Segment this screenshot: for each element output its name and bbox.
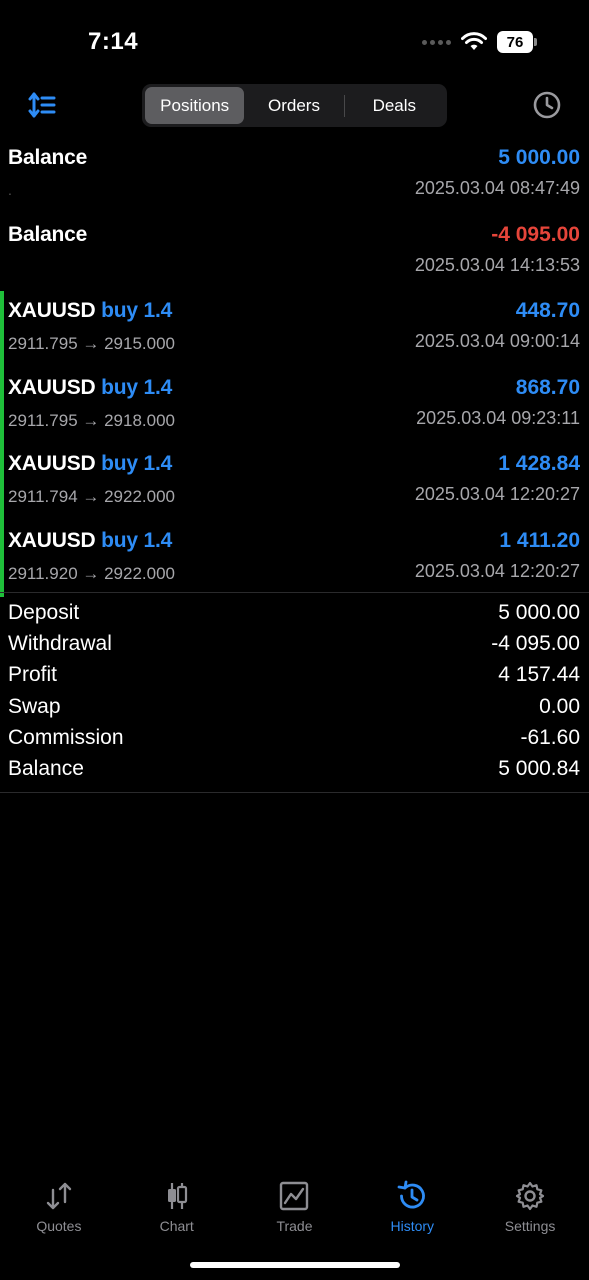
- status-time: 7:14: [88, 28, 139, 55]
- trade-symbol: XAUUSD: [8, 299, 96, 322]
- trade-time: 2025.03.04 09:00:14: [414, 331, 580, 351]
- summary-label: Profit: [8, 663, 58, 687]
- summary-balance: Balance 5 000.84: [0, 755, 589, 786]
- summary-label: Withdrawal: [8, 632, 112, 656]
- row-time: 2025.03.04 08:47:49: [414, 178, 580, 198]
- summary-value: 0.00: [539, 694, 580, 718]
- trade-title: XAUUSD buy 1.4: [8, 299, 172, 323]
- trade-time: 2025.03.04 12:20:27: [414, 484, 580, 504]
- history-clock-icon: [397, 1180, 426, 1209]
- trade-direction: buy 1.4: [101, 299, 173, 322]
- summary-label: Commission: [8, 725, 124, 749]
- row-amount: 5 000.00: [498, 146, 580, 169]
- summary-deposit: Deposit 5 000.00: [0, 599, 589, 630]
- bottom-tab-bar: Quotes Chart Trade History Settings: [0, 1170, 589, 1240]
- tab-label: History: [390, 1218, 435, 1234]
- trade-profit: 1 428.84: [498, 452, 580, 475]
- trade-symbol: XAUUSD: [8, 452, 96, 475]
- gear-icon: [515, 1181, 545, 1211]
- tab-label: Chart: [159, 1218, 194, 1234]
- trade-row[interactable]: XAUUSD buy 1.4 1 411.20 2911.920 → 2922.…: [0, 520, 589, 598]
- summary-value: 5 000.84: [498, 756, 580, 780]
- trade-row[interactable]: XAUUSD buy 1.4 868.70 2911.795 → 2918.00…: [0, 367, 589, 445]
- row-comment: .: [8, 182, 12, 198]
- tab-history[interactable]: History: [353, 1170, 471, 1240]
- history-summary: Deposit 5 000.00 Withdrawal -4 095.00 Pr…: [0, 599, 589, 786]
- tab-settings[interactable]: Settings: [471, 1170, 589, 1240]
- trade-profit: 448.70: [515, 299, 580, 322]
- trade-symbol: XAUUSD: [8, 375, 96, 399]
- trade-prices: 2911.795 → 2918.000: [8, 410, 175, 430]
- trade-profit: 1 411.20: [499, 528, 580, 552]
- row-title: Balance: [8, 146, 88, 169]
- trade-direction: buy 1.4: [101, 375, 173, 399]
- row-time: 2025.03.04 14:13:53: [414, 254, 580, 275]
- tab-orders[interactable]: Orders: [244, 87, 343, 124]
- history-list: Balance 5 000.00 . 2025.03.04 08:47:49 B…: [0, 138, 589, 597]
- tab-trade[interactable]: Trade: [236, 1170, 354, 1240]
- wifi-icon: [461, 32, 487, 50]
- row-amount: -4 095.00: [491, 222, 580, 246]
- tab-label: Quotes: [36, 1218, 82, 1234]
- trade-title: XAUUSD buy 1.4: [8, 529, 172, 553]
- summary-profit: Profit 4 157.44: [0, 661, 589, 692]
- summary-value: 5 000.00: [498, 601, 580, 624]
- trade-title: XAUUSD buy 1.4: [8, 452, 172, 476]
- trade-chart-icon: [280, 1181, 309, 1211]
- summary-label: Deposit: [8, 601, 80, 624]
- status-indicators: 76: [422, 31, 537, 53]
- history-screen: 7:14 76 Positions Orders Deals Balance 5…: [0, 0, 589, 1280]
- trade-time: 2025.03.04 09:23:11: [416, 407, 580, 428]
- quotes-arrows-icon: [46, 1182, 72, 1210]
- trade-direction: buy 1.4: [101, 452, 173, 475]
- tab-positions[interactable]: Positions: [145, 87, 245, 124]
- home-indicator[interactable]: [190, 1262, 400, 1268]
- summary-value: -4 095.00: [491, 632, 580, 656]
- trade-row[interactable]: XAUUSD buy 1.4 448.70 2911.795 → 2915.00…: [0, 291, 589, 368]
- trade-row[interactable]: XAUUSD buy 1.4 1 428.84 2911.794 → 2922.…: [0, 444, 589, 521]
- trade-profit: 868.70: [515, 375, 580, 399]
- summary-divider: [0, 792, 589, 793]
- period-clock-icon[interactable]: [532, 90, 562, 120]
- trade-prices: 2911.795 → 2915.000: [8, 334, 175, 353]
- summary-label: Swap: [8, 694, 61, 718]
- trade-symbol: XAUUSD: [8, 528, 96, 552]
- cellular-signal-icon: [422, 39, 451, 45]
- battery-icon: 76: [497, 31, 537, 53]
- sort-icon[interactable]: [28, 92, 56, 118]
- tab-label: Trade: [276, 1218, 313, 1234]
- tab-label: Settings: [504, 1218, 556, 1234]
- summary-value: -61.60: [520, 725, 580, 749]
- trade-title: XAUUSD buy 1.4: [8, 376, 172, 400]
- trade-prices: 2911.920 → 2922.000: [8, 563, 175, 583]
- battery-level: 76: [497, 31, 533, 53]
- trade-time: 2025.03.04 12:20:27: [414, 560, 580, 581]
- trade-prices: 2911.794 → 2922.000: [8, 487, 175, 506]
- balance-row[interactable]: Balance 5 000.00 . 2025.03.04 08:47:49: [0, 138, 589, 215]
- tab-quotes[interactable]: Quotes: [0, 1170, 118, 1240]
- trade-direction: buy 1.4: [101, 528, 173, 552]
- summary-label: Balance: [8, 756, 84, 780]
- summary-withdrawal: Withdrawal -4 095.00: [0, 630, 589, 661]
- summary-value: 4 157.44: [498, 663, 580, 687]
- list-divider: [0, 592, 589, 593]
- balance-row[interactable]: Balance -4 095.00 2025.03.04 14:13:53: [0, 215, 589, 292]
- tab-deals[interactable]: Deals: [345, 87, 444, 124]
- row-title: Balance: [8, 222, 88, 246]
- tab-chart[interactable]: Chart: [118, 1170, 236, 1240]
- summary-swap: Swap 0.00: [0, 693, 589, 724]
- history-segmented-control: Positions Orders Deals: [142, 84, 447, 127]
- summary-commission: Commission -61.60: [0, 724, 589, 755]
- candlestick-icon: [167, 1183, 187, 1209]
